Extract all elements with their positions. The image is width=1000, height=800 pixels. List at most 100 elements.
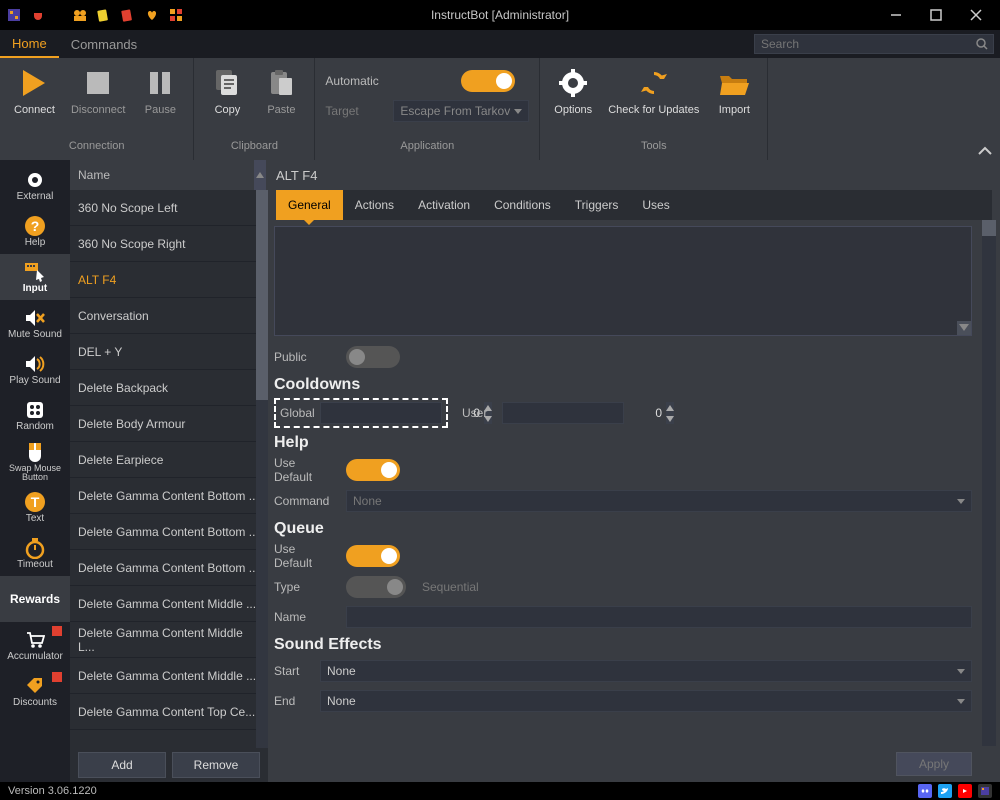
global-cooldown-input[interactable]	[320, 402, 442, 424]
list-item[interactable]: Delete Gamma Content Bottom ...	[70, 514, 268, 550]
list-item[interactable]: Delete Gamma Content Bottom ...	[70, 478, 268, 514]
public-toggle[interactable]	[346, 346, 400, 368]
paste-icon	[262, 64, 300, 102]
remove-button[interactable]: Remove	[172, 752, 260, 778]
connect-button[interactable]: Connect	[10, 62, 59, 118]
tab-activation[interactable]: Activation	[406, 190, 482, 220]
sidebar-item-timeout[interactable]: Timeout	[0, 530, 70, 576]
sidebar-item-random[interactable]: Random	[0, 392, 70, 438]
heart-icon[interactable]	[142, 5, 162, 25]
content-scrollbar-thumb[interactable]	[982, 220, 996, 236]
description-box[interactable]	[274, 226, 972, 336]
help-command-combobox[interactable]: None	[346, 490, 972, 512]
pause-icon	[141, 64, 179, 102]
list-item[interactable]: Delete Gamma Content Bottom ...	[70, 550, 268, 586]
pause-button: Pause	[137, 62, 183, 118]
sidebar-item-external[interactable]: External	[0, 162, 70, 208]
import-button[interactable]: Import	[711, 62, 757, 118]
sidebar-item-rewards[interactable]: Rewards	[0, 576, 70, 622]
maximize-button[interactable]	[916, 0, 956, 30]
app-tray-icon[interactable]	[978, 784, 992, 798]
sound-start-label: Start	[274, 664, 310, 678]
ribbon-collapse-button[interactable]	[978, 146, 992, 156]
queue-type-toggle[interactable]	[346, 576, 406, 598]
tab-conditions[interactable]: Conditions	[482, 190, 563, 220]
list-item[interactable]: Delete Backpack	[70, 370, 268, 406]
list-item[interactable]: Delete Body Armour	[70, 406, 268, 442]
sidebar-item-discounts[interactable]: Discounts	[0, 668, 70, 714]
content-scrollbar-track[interactable]	[982, 220, 996, 782]
menu-home[interactable]: Home	[0, 30, 59, 58]
grid-icon[interactable]	[166, 5, 186, 25]
automatic-toggle[interactable]	[461, 70, 515, 92]
mouse-icon	[24, 441, 46, 463]
sidebar-item-input[interactable]: Input	[0, 254, 70, 300]
list-item[interactable]: Delete Gamma Content Middle ...	[70, 658, 268, 694]
user-label: User	[462, 406, 492, 420]
youtube-icon[interactable]	[958, 784, 972, 798]
tab-general[interactable]: General	[276, 190, 343, 220]
command-list-panel: Name 360 No Scope Left360 No Scope Right…	[70, 160, 268, 782]
spin-up[interactable]	[666, 402, 674, 413]
list-item[interactable]: DEL + Y	[70, 334, 268, 370]
card-yellow-icon[interactable]	[94, 5, 114, 25]
list-item[interactable]: 360 No Scope Left	[70, 190, 268, 226]
queue-use-default-toggle[interactable]	[346, 545, 400, 567]
list-item[interactable]: Delete Earpiece	[70, 442, 268, 478]
options-button[interactable]: Options	[550, 62, 596, 118]
automatic-label: Automatic	[325, 74, 385, 88]
tab-actions[interactable]: Actions	[343, 190, 406, 220]
user-cooldown-input[interactable]	[502, 402, 624, 424]
help-heading: Help	[274, 434, 972, 452]
list-header[interactable]: Name	[70, 160, 268, 190]
svg-text:?: ?	[31, 218, 40, 234]
sidebar-item-swap-mouse[interactable]: Swap Mouse Button	[0, 438, 70, 484]
discord-icon[interactable]	[918, 784, 932, 798]
list-item[interactable]: Delete Gamma Content Middle ...	[70, 586, 268, 622]
textbox-scroll-down[interactable]	[957, 321, 971, 335]
add-button[interactable]: Add	[78, 752, 166, 778]
search-input[interactable]	[754, 34, 994, 54]
menu-bar: Home Commands	[0, 30, 1000, 58]
list-item[interactable]: Delete Gamma Content Middle L...	[70, 622, 268, 658]
twitter-icon[interactable]	[938, 784, 952, 798]
list-item[interactable]: Delete Gamma Content Top Ce...	[70, 694, 268, 730]
list-item[interactable]: 360 No Scope Right	[70, 226, 268, 262]
sound-end-combobox[interactable]: None	[320, 690, 972, 712]
sidebar-item-accumulator[interactable]: Accumulator	[0, 622, 70, 668]
minimize-button[interactable]	[876, 0, 916, 30]
tab-triggers[interactable]: Triggers	[563, 190, 631, 220]
card-red-icon[interactable]	[118, 5, 138, 25]
menu-commands[interactable]: Commands	[59, 30, 149, 58]
queue-name-input[interactable]	[346, 606, 972, 628]
list-item[interactable]: Conversation	[70, 298, 268, 334]
help-use-default-label: Use Default	[274, 456, 336, 484]
spin-down[interactable]	[666, 413, 674, 424]
title-bar: InstructBot [Administrator]	[0, 0, 1000, 30]
tab-uses[interactable]: Uses	[630, 190, 681, 220]
sidebar: External ? Help Input Mute Sound Play So…	[0, 160, 70, 782]
check-updates-button[interactable]: Check for Updates	[604, 62, 703, 118]
group-icon[interactable]	[70, 5, 90, 25]
list-scrollbar-thumb[interactable]	[256, 190, 268, 400]
help-use-default-toggle[interactable]	[346, 459, 400, 481]
queue-use-default-label: Use Default	[274, 542, 336, 570]
sound-start-combobox[interactable]: None	[320, 660, 972, 682]
window-title: InstructBot [Administrator]	[431, 8, 569, 22]
sidebar-item-help[interactable]: ? Help	[0, 208, 70, 254]
list-item[interactable]: ALT F4	[70, 262, 268, 298]
scroll-up-button[interactable]	[254, 160, 266, 190]
sidebar-item-play-sound[interactable]: Play Sound	[0, 346, 70, 392]
close-button[interactable]	[956, 0, 996, 30]
gear-icon	[554, 64, 592, 102]
svg-text:T: T	[31, 494, 40, 510]
app-icon	[4, 5, 24, 25]
sidebar-item-mute-sound[interactable]: Mute Sound	[0, 300, 70, 346]
queue-type-value: Sequential	[422, 580, 479, 594]
copy-button[interactable]: Copy	[204, 62, 250, 118]
sidebar-item-text[interactable]: T Text	[0, 484, 70, 530]
search-icon[interactable]	[972, 34, 992, 54]
target-combobox[interactable]: Escape From Tarkov	[393, 100, 529, 122]
tag-icon	[24, 675, 46, 697]
apply-button[interactable]: Apply	[896, 752, 972, 776]
